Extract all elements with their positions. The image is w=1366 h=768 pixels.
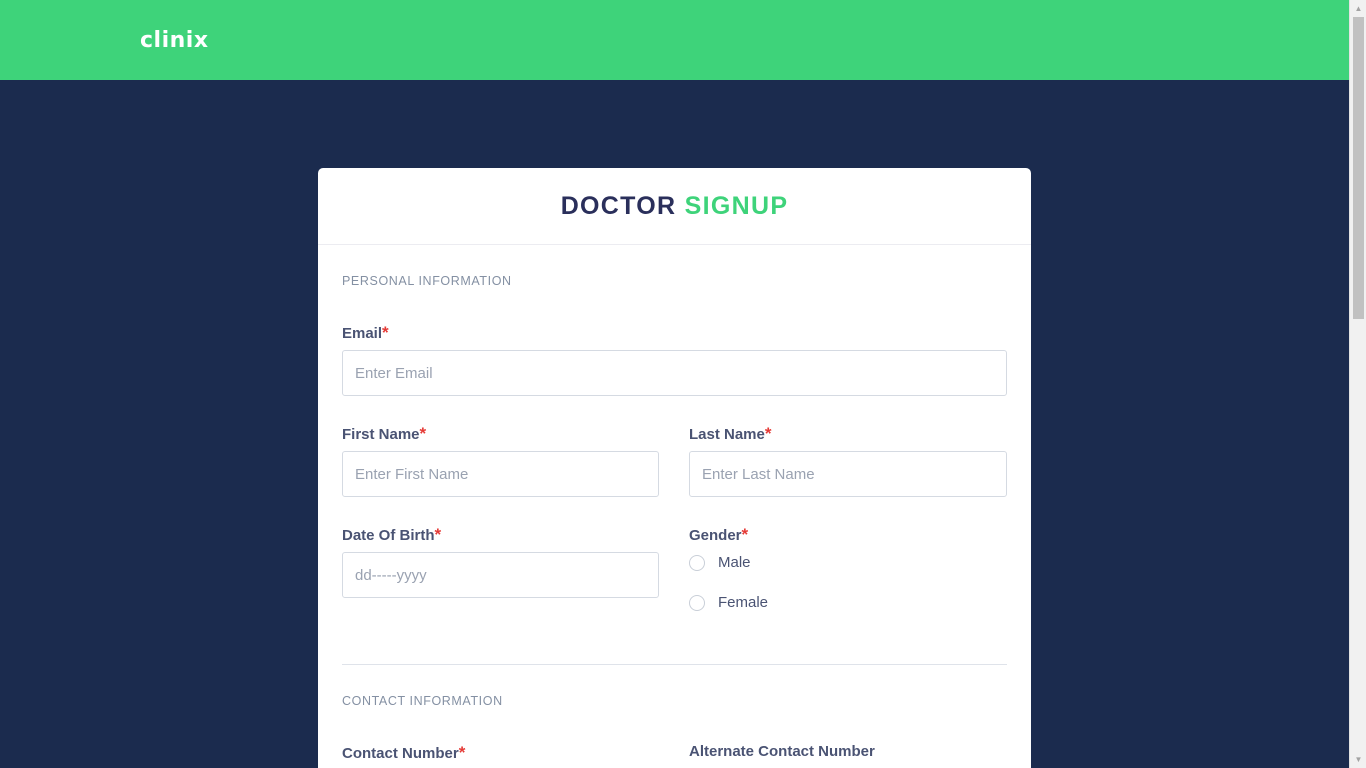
email-label-text: Email xyxy=(342,325,383,342)
gender-label: Gender* xyxy=(689,525,748,545)
required-asterisk: * xyxy=(741,525,749,544)
contact-number-label: Contact Number* xyxy=(342,743,465,763)
required-asterisk: * xyxy=(434,525,442,544)
first-name-input[interactable] xyxy=(342,451,659,497)
section-divider xyxy=(342,664,1007,665)
page-scrollbar[interactable]: ▲ ▼ xyxy=(1349,0,1366,768)
card-header: DOCTOR SIGNUP xyxy=(318,168,1031,245)
gender-label-text: Gender xyxy=(689,527,742,544)
title-signup: SIGNUP xyxy=(684,192,789,220)
alternate-contact-number-label-text: Alternate Contact Number xyxy=(689,743,875,760)
section-contact-information: CONTACT INFORMATION xyxy=(342,694,503,708)
last-name-label: Last Name* xyxy=(689,424,772,444)
title-doctor: DOCTOR xyxy=(560,192,677,220)
scroll-down-arrow-icon[interactable]: ▼ xyxy=(1350,751,1366,768)
required-asterisk: * xyxy=(382,323,389,342)
scroll-thumb[interactable] xyxy=(1353,17,1364,319)
signup-card: DOCTOR SIGNUP PERSONAL INFORMATION Email… xyxy=(318,168,1031,768)
clinix-logo[interactable]: clinix xyxy=(140,28,209,53)
dob-input[interactable] xyxy=(342,552,659,598)
dob-label: Date Of Birth* xyxy=(342,525,441,545)
gender-option-female[interactable]: Female xyxy=(689,594,768,611)
section-personal-information: PERSONAL INFORMATION xyxy=(342,274,512,288)
top-navbar: clinix xyxy=(0,0,1349,80)
contact-number-label-text: Contact Number xyxy=(342,745,459,762)
first-name-label: First Name* xyxy=(342,424,426,444)
gender-option-male[interactable]: Male xyxy=(689,554,751,571)
page-title: DOCTOR SIGNUP xyxy=(318,192,1031,221)
required-asterisk: * xyxy=(419,424,427,443)
email-input[interactable] xyxy=(342,350,1007,396)
email-label: Email* xyxy=(342,323,389,343)
alternate-contact-number-label: Alternate Contact Number xyxy=(689,743,875,760)
last-name-label-text: Last Name xyxy=(689,426,765,443)
dob-label-text: Date Of Birth xyxy=(342,527,435,544)
scroll-up-arrow-icon[interactable]: ▲ xyxy=(1350,0,1366,17)
male-radio[interactable] xyxy=(689,554,705,571)
last-name-input[interactable] xyxy=(689,451,1007,497)
female-radio-label[interactable]: Female xyxy=(718,594,768,611)
required-asterisk: * xyxy=(764,424,772,443)
required-asterisk: * xyxy=(458,743,466,762)
male-radio-label[interactable]: Male xyxy=(718,554,751,571)
first-name-label-text: First Name xyxy=(342,426,420,443)
female-radio[interactable] xyxy=(689,594,705,611)
